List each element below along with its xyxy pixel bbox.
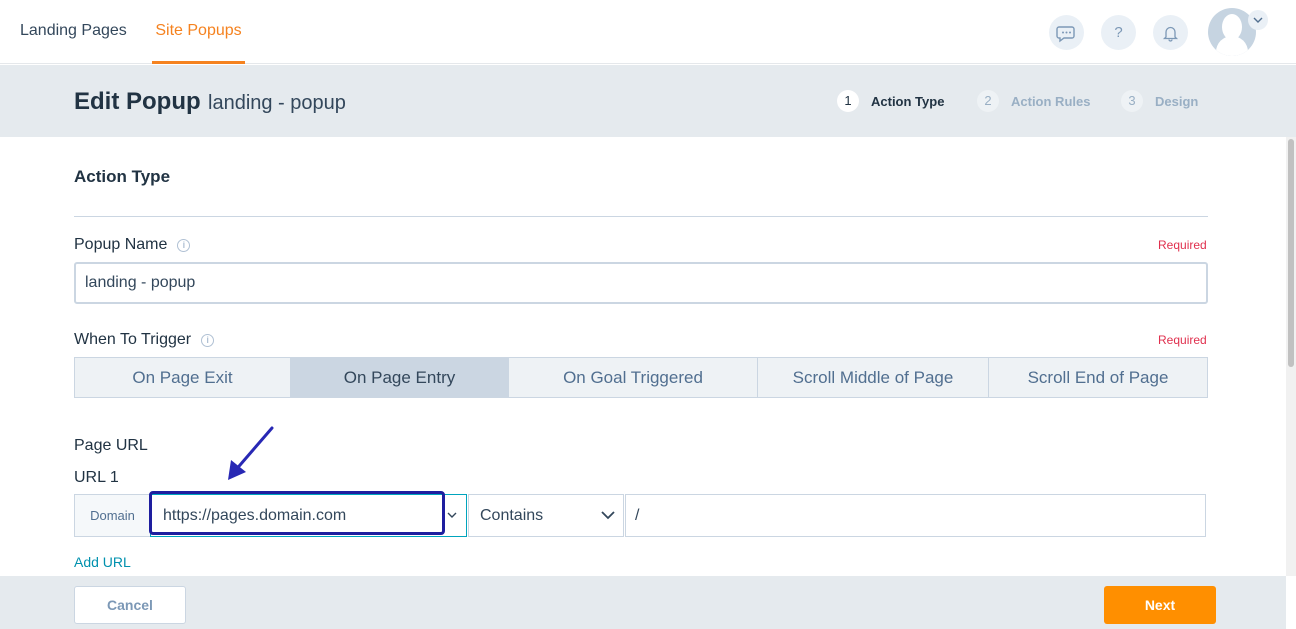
- trigger-on-goal-triggered[interactable]: On Goal Triggered: [509, 358, 758, 397]
- section-title: Action Type: [74, 167, 171, 186]
- help-glyph: ?: [1114, 24, 1123, 41]
- chevron-down-icon: [601, 508, 615, 522]
- annotation-highlight-box: [149, 491, 445, 535]
- trigger-on-page-entry[interactable]: On Page Entry: [291, 358, 509, 397]
- when-to-trigger-label: When To Trigger i: [74, 331, 215, 349]
- chevron-down-icon[interactable]: [1248, 10, 1268, 30]
- page-header: Edit Popup landing - popup 1 Action Type …: [0, 65, 1296, 137]
- page-url-label: Page URL: [74, 437, 148, 454]
- trigger-on-page-exit[interactable]: On Page Exit: [75, 358, 291, 397]
- match-type-value: Contains: [480, 507, 544, 524]
- avatar-body: [1216, 36, 1248, 56]
- next-button[interactable]: Next: [1104, 586, 1216, 624]
- annotation-arrow-icon: [228, 426, 274, 480]
- info-icon[interactable]: i: [201, 334, 215, 347]
- required-badge: Required: [1158, 238, 1207, 252]
- popup-name-subtitle: landing - popup: [208, 92, 346, 114]
- required-badge: Required: [1158, 333, 1207, 347]
- trigger-scroll-middle[interactable]: Scroll Middle of Page: [758, 358, 989, 397]
- help-icon[interactable]: ?: [1101, 15, 1136, 50]
- chevron-down-icon: [446, 495, 458, 552]
- bell-icon[interactable]: [1153, 15, 1188, 50]
- tab-site-popups[interactable]: Site Popups: [152, 0, 245, 64]
- footer-bar: Cancel Next: [0, 576, 1286, 629]
- step-label: Action Type: [871, 93, 945, 109]
- info-icon[interactable]: i: [177, 239, 191, 252]
- step-number: 2: [977, 90, 999, 112]
- step-design[interactable]: 3 Design: [1121, 90, 1198, 112]
- popup-name-label: Popup Name i: [74, 236, 191, 254]
- tab-landing-pages[interactable]: Landing Pages: [20, 0, 127, 64]
- step-label: Action Rules: [1011, 93, 1091, 109]
- match-type-select[interactable]: Contains: [468, 494, 624, 537]
- add-url-link[interactable]: Add URL: [74, 554, 131, 570]
- step-action-rules[interactable]: 2 Action Rules: [977, 90, 1090, 112]
- cancel-button[interactable]: Cancel: [74, 586, 186, 624]
- popup-name-label-text: Popup Name: [74, 236, 168, 253]
- url-1-label: URL 1: [74, 469, 119, 486]
- scrollbar-thumb[interactable]: [1288, 139, 1294, 367]
- trigger-options: On Page Exit On Page Entry On Goal Trigg…: [74, 357, 1208, 398]
- url-path-input[interactable]: /: [625, 494, 1206, 537]
- step-number: 3: [1121, 90, 1143, 112]
- divider: [74, 216, 1208, 217]
- domain-tag: Domain: [74, 494, 150, 537]
- step-label: Design: [1155, 93, 1199, 109]
- top-navigation: Landing Pages Site Popups ?: [0, 0, 1296, 64]
- when-to-trigger-label-text: When To Trigger: [74, 331, 192, 348]
- trigger-scroll-end[interactable]: Scroll End of Page: [989, 358, 1207, 397]
- popup-name-input[interactable]: landing - popup: [74, 262, 1208, 304]
- step-number: 1: [837, 90, 859, 112]
- page-title: Edit Popup: [74, 88, 201, 115]
- step-action-type[interactable]: 1 Action Type: [837, 90, 944, 112]
- scrollbar[interactable]: [1286, 137, 1296, 576]
- chat-icon[interactable]: [1049, 15, 1084, 50]
